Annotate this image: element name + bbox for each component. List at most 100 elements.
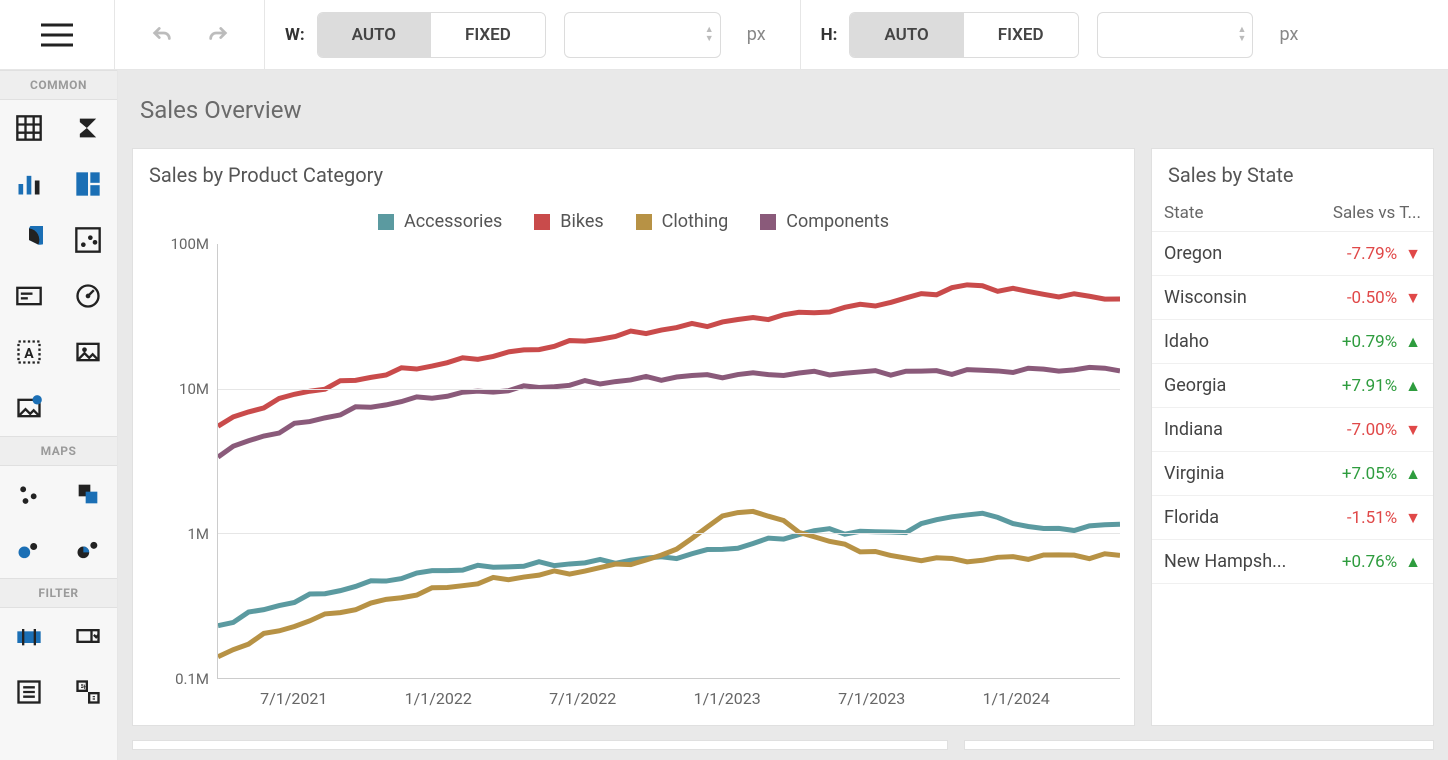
chart-panel[interactable]: Sales by Product Category Accessories Bi… <box>132 148 1135 726</box>
svg-text:A: A <box>25 346 35 362</box>
x-axis: 7/1/2021 1/1/2022 7/1/2022 1/1/2023 7/1/2023… <box>217 679 1120 719</box>
widget-card[interactable] <box>0 268 59 324</box>
state-name: Georgia <box>1164 375 1342 396</box>
height-unit: px <box>1265 24 1312 45</box>
range-icon <box>15 622 43 650</box>
bottom-panels <box>132 740 1434 750</box>
state-value: +7.05% <box>1342 464 1405 484</box>
widget-text[interactable]: A <box>0 324 59 380</box>
table-row[interactable]: New Hampsh...+0.76%▲ <box>1152 540 1433 584</box>
widget-choropleth[interactable] <box>59 466 118 522</box>
x-tick: 1/1/2023 <box>694 689 761 708</box>
chart-title: Sales by Product Category <box>133 149 1134 195</box>
widget-geopoint[interactable] <box>0 466 59 522</box>
widget-blank <box>59 380 118 436</box>
text-icon: A <box>15 338 43 366</box>
redo-button[interactable] <box>207 22 229 48</box>
section-filter: FILTER <box>0 578 117 608</box>
undo-button[interactable] <box>151 22 173 48</box>
down-icon: ▼ <box>1405 508 1421 528</box>
table-row[interactable]: Virginia+7.05%▲ <box>1152 452 1433 496</box>
height-fixed-button[interactable]: FIXED <box>963 13 1078 57</box>
table-panel[interactable]: Sales by State State Sales vs T... Orego… <box>1151 148 1434 726</box>
y-tick: 100M <box>171 235 209 253</box>
grid-icon <box>15 114 43 142</box>
bottom-panel-1[interactable] <box>132 740 948 750</box>
card-icon <box>15 282 43 310</box>
height-spinner[interactable]: ▲▼ <box>1238 26 1253 44</box>
x-tick: 7/1/2022 <box>549 689 616 708</box>
height-group: H: AUTO FIXED ▲▼ px <box>801 0 1333 69</box>
height-auto-button[interactable]: AUTO <box>850 13 962 57</box>
widget-pie[interactable] <box>0 212 59 268</box>
height-input[interactable] <box>1098 13 1238 57</box>
table-row[interactable]: Oregon-7.79%▼ <box>1152 232 1433 276</box>
widget-treemap[interactable] <box>59 156 118 212</box>
widget-image[interactable] <box>59 324 118 380</box>
down-icon: ▼ <box>1405 244 1421 264</box>
widget-bound-image[interactable] <box>0 380 59 436</box>
height-label: H: <box>821 25 838 45</box>
svg-text:+: + <box>82 682 87 692</box>
width-label: W: <box>285 25 305 45</box>
chart-legend: Accessories Bikes Clothing Components <box>147 195 1120 244</box>
state-name: Virginia <box>1164 463 1342 484</box>
x-tick: 7/1/2021 <box>260 689 327 708</box>
state-value: -7.79% <box>1347 244 1405 264</box>
width-unit: px <box>733 24 780 45</box>
widget-combo[interactable] <box>59 608 118 664</box>
width-fixed-button[interactable]: FIXED <box>430 13 545 57</box>
legend-components[interactable]: Components <box>760 211 889 232</box>
width-spinner[interactable]: ▲▼ <box>705 26 720 44</box>
table-row[interactable]: Idaho+0.79%▲ <box>1152 320 1433 364</box>
pie-icon <box>15 226 43 254</box>
width-auto-button[interactable]: AUTO <box>318 13 430 57</box>
widget-list[interactable] <box>0 664 59 720</box>
widget-chart[interactable] <box>0 156 59 212</box>
plot-area <box>217 244 1120 679</box>
redo-icon <box>207 22 229 44</box>
tree-icon: + <box>74 678 102 706</box>
x-tick: 7/1/2023 <box>838 689 905 708</box>
bottom-panel-2[interactable] <box>964 740 1434 750</box>
legend-accessories[interactable]: Accessories <box>378 211 502 232</box>
table-row[interactable]: Georgia+7.91%▲ <box>1152 364 1433 408</box>
up-icon: ▲ <box>1405 332 1421 352</box>
image-icon <box>74 338 102 366</box>
table-row[interactable]: Wisconsin-0.50%▼ <box>1152 276 1433 320</box>
widget-scatter[interactable] <box>59 212 118 268</box>
widget-gauge[interactable] <box>59 268 118 324</box>
combo-icon <box>74 622 102 650</box>
widget-grid[interactable] <box>0 100 59 156</box>
widget-tree[interactable]: + <box>59 664 118 720</box>
width-mode-segmented: AUTO FIXED <box>317 12 546 58</box>
undo-icon <box>151 22 173 44</box>
legend-clothing[interactable]: Clothing <box>636 211 729 232</box>
widget-bubble-map[interactable] <box>0 522 59 578</box>
state-value: +7.91% <box>1342 376 1405 396</box>
widget-range[interactable] <box>0 608 59 664</box>
section-common: COMMON <box>0 70 117 100</box>
widget-pie-map[interactable] <box>59 522 118 578</box>
table-row[interactable]: Florida-1.51%▼ <box>1152 496 1433 540</box>
y-tick: 0.1M <box>175 670 209 688</box>
top-toolbar: W: AUTO FIXED ▲▼ px H: AUTO FIXED ▲▼ px <box>0 0 1448 70</box>
bubble-icon <box>15 536 43 564</box>
state-name: Wisconsin <box>1164 287 1347 308</box>
section-maps: MAPS <box>0 436 117 466</box>
up-icon: ▲ <box>1405 376 1421 396</box>
chart-lines <box>218 244 1120 678</box>
up-icon: ▲ <box>1405 464 1421 484</box>
menu-button[interactable] <box>0 0 115 69</box>
table-row[interactable]: Indiana-7.00%▼ <box>1152 408 1433 452</box>
widget-pivot[interactable] <box>59 100 118 156</box>
y-tick: 1M <box>187 525 209 543</box>
width-input[interactable] <box>565 13 705 57</box>
state-name: Oregon <box>1164 243 1347 264</box>
state-value: +0.79% <box>1342 332 1405 352</box>
state-value: -1.51% <box>1347 508 1405 528</box>
x-tick: 1/1/2022 <box>405 689 472 708</box>
state-value: +0.76% <box>1342 552 1405 572</box>
y-tick: 10M <box>179 380 209 398</box>
legend-bikes[interactable]: Bikes <box>534 211 603 232</box>
